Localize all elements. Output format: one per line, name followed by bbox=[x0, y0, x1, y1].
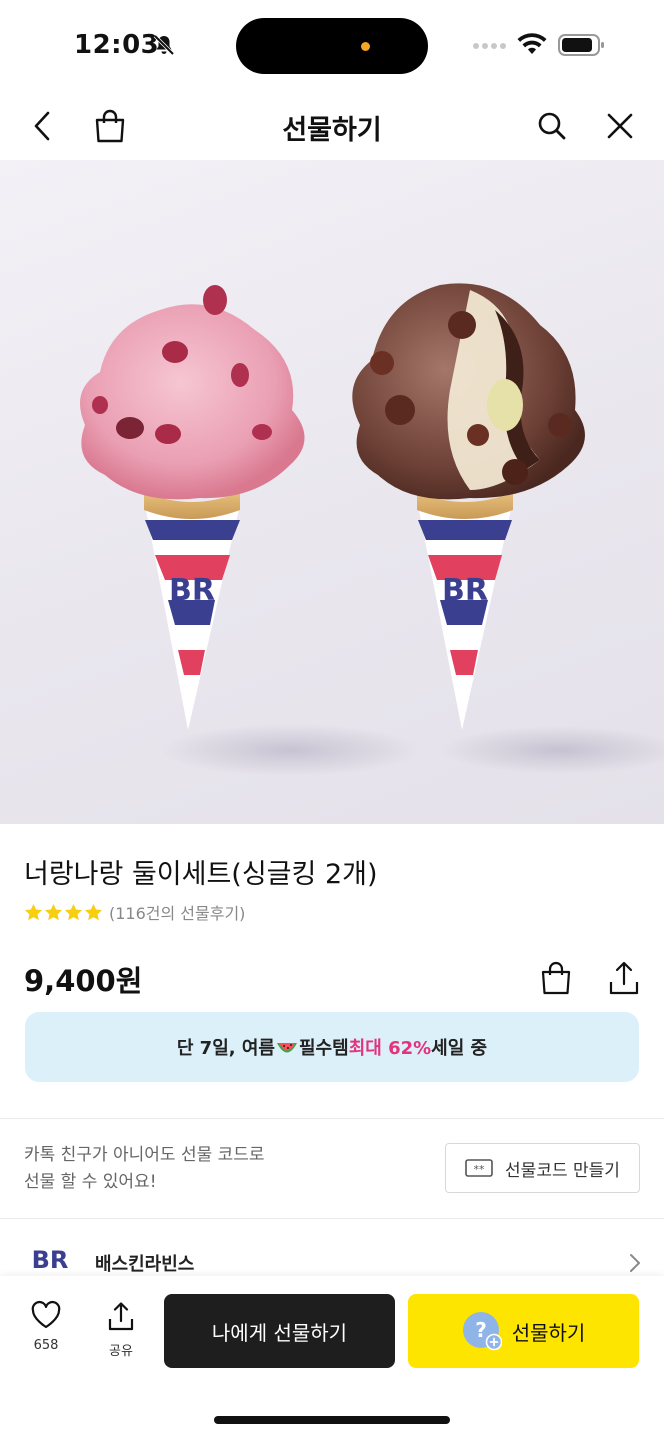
price-actions bbox=[538, 958, 642, 998]
brand-name: 배스킨라빈스 bbox=[95, 1254, 195, 1275]
gift-code-line2: 선물 할 수 있어요! bbox=[24, 1172, 157, 1192]
promo-text-before: 단 7일, 여름 bbox=[176, 1038, 275, 1059]
bell-off-icon bbox=[153, 34, 175, 56]
share-icon bbox=[108, 1302, 134, 1331]
send-gift-button[interactable]: ? 선물하기 bbox=[408, 1294, 639, 1368]
gift-code-icon: ** bbox=[465, 1159, 493, 1177]
share-product-button[interactable] bbox=[606, 958, 642, 998]
signal-icon bbox=[473, 43, 506, 49]
brand-row[interactable]: BR 배스킨라빈스 bbox=[0, 1230, 664, 1280]
battery-icon bbox=[558, 34, 604, 56]
close-icon bbox=[607, 113, 633, 139]
search-icon bbox=[538, 112, 566, 140]
share-button[interactable]: 공유 bbox=[96, 1300, 146, 1366]
rating-stars bbox=[24, 903, 103, 922]
promo-text-after: 세일 중 bbox=[431, 1038, 488, 1059]
share-icon bbox=[609, 961, 639, 995]
close-button[interactable] bbox=[600, 106, 640, 146]
create-gift-code-button[interactable]: ** 선물코드 만들기 bbox=[445, 1143, 640, 1193]
status-bar: 12:03 bbox=[0, 0, 664, 92]
chevron-right-icon bbox=[630, 1254, 640, 1272]
gift-code-description: 카톡 친구가 아니어도 선물 코드로 선물 할 수 있어요! bbox=[24, 1142, 265, 1196]
heart-icon bbox=[31, 1300, 61, 1329]
brand-logo: BR bbox=[32, 1246, 69, 1274]
gift-to-self-button[interactable]: 나에게 선물하기 bbox=[164, 1294, 395, 1368]
promo-highlight: 최대 62% bbox=[348, 1038, 432, 1059]
ice-cream-cones-illustration: BR BR bbox=[80, 283, 664, 776]
star-icon bbox=[24, 903, 43, 920]
shopping-bag-icon bbox=[541, 961, 571, 995]
promo-banner[interactable]: 단 7일, 여름 필수템 최대 62% 세일 중 bbox=[25, 1012, 639, 1082]
gift-code-line1: 카톡 친구가 아니어도 선물 코드로 bbox=[24, 1145, 265, 1165]
br-logo-right: BR bbox=[442, 573, 488, 608]
privacy-indicator bbox=[361, 42, 370, 51]
navigation-bar: 선물하기 bbox=[0, 92, 664, 160]
watermelon-icon bbox=[277, 1043, 297, 1053]
review-count: (116건의 선물후기) bbox=[109, 904, 246, 923]
like-button[interactable]: 658 bbox=[20, 1300, 72, 1366]
like-count: 658 bbox=[33, 1338, 59, 1353]
br-logo-left: BR bbox=[169, 573, 215, 608]
product-image: BR BR bbox=[0, 160, 664, 824]
star-icon bbox=[44, 903, 63, 920]
star-icon bbox=[64, 903, 83, 920]
home-indicator bbox=[214, 1416, 450, 1424]
send-gift-label: 선물하기 bbox=[511, 1320, 586, 1345]
search-button[interactable] bbox=[532, 106, 572, 146]
strawberry-cone: BR bbox=[80, 285, 305, 730]
dynamic-island bbox=[236, 18, 428, 74]
product-price: 9,400원 bbox=[24, 964, 143, 998]
status-time: 12:03 bbox=[74, 30, 160, 60]
section-divider bbox=[0, 1218, 664, 1219]
product-title: 너랑나랑 둘이세트(싱글킹 2개) bbox=[24, 859, 378, 890]
section-divider bbox=[0, 1118, 664, 1119]
svg-text:BR: BR bbox=[32, 1246, 69, 1274]
svg-text:?: ? bbox=[475, 1318, 487, 1342]
friend-avatar-icon: ? bbox=[462, 1312, 502, 1351]
promo-text-middle: 필수템 bbox=[299, 1038, 349, 1059]
share-label: 공유 bbox=[109, 1344, 133, 1359]
gift-to-self-label: 나에게 선물하기 bbox=[211, 1320, 348, 1345]
svg-text:**: ** bbox=[474, 1163, 486, 1176]
gift-code-button-label: 선물코드 만들기 bbox=[505, 1160, 620, 1181]
chocolate-cone: BR bbox=[352, 283, 585, 730]
rating-row[interactable]: (116건의 선물후기) bbox=[24, 900, 245, 924]
add-to-cart-button[interactable] bbox=[538, 958, 574, 998]
wifi-icon bbox=[517, 33, 547, 54]
star-icon bbox=[84, 903, 103, 920]
